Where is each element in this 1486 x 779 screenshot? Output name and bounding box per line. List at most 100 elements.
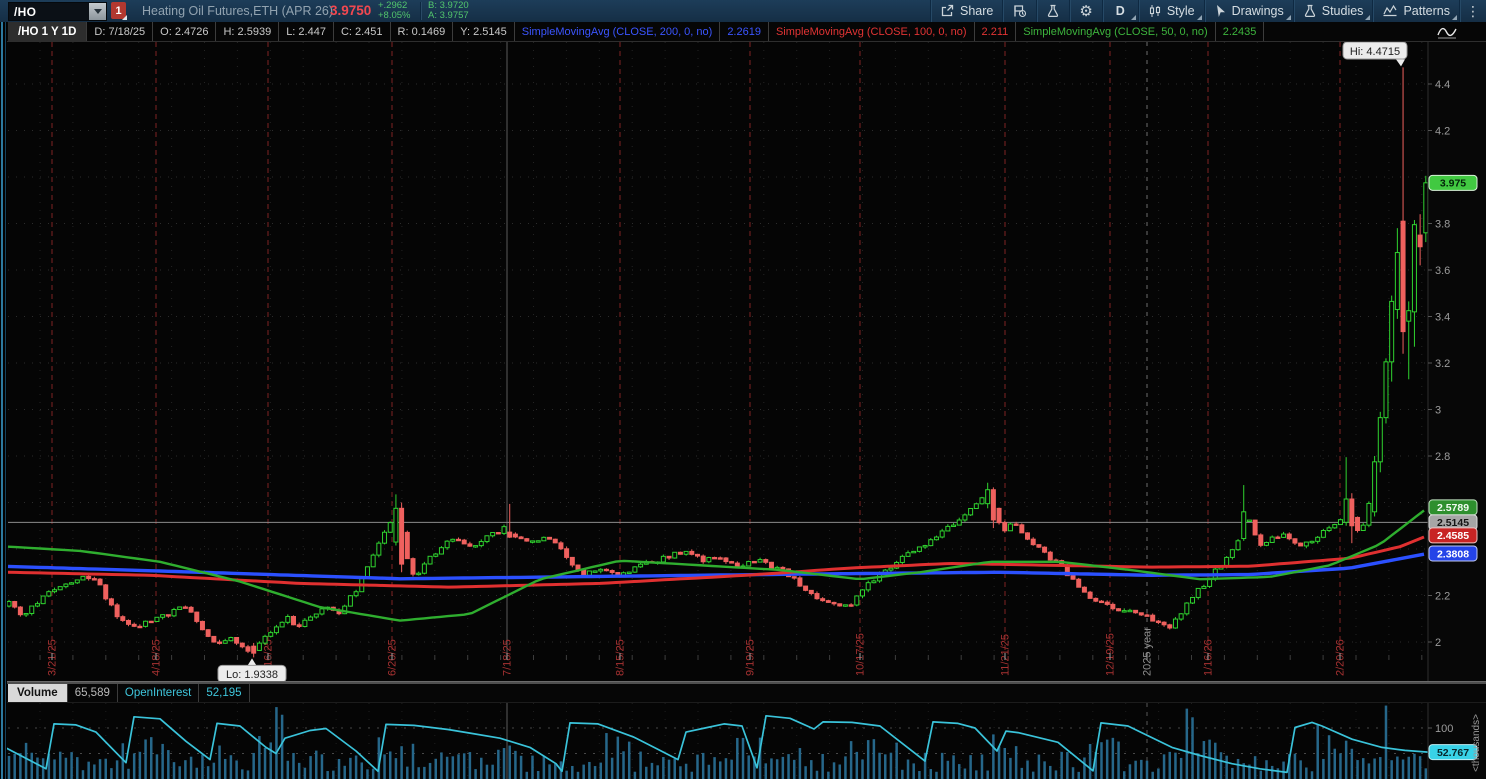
volume-bar (281, 715, 284, 779)
candle-down (115, 605, 119, 617)
sma50-value: 2.2435 (1216, 22, 1265, 41)
candle-down (183, 607, 187, 608)
volume-bar (343, 766, 346, 779)
top-toolbar: /HO 1 Heating Oil Futures,ETH (APR 26) 3… (0, 0, 1486, 23)
candle-up (155, 617, 159, 621)
volume-bar (1294, 754, 1297, 779)
volume-bar (611, 758, 614, 779)
volume-chart-pane[interactable]: 1005052.767<thousands> (0, 703, 1486, 779)
volume-bar (651, 763, 654, 779)
alert-count-badge[interactable]: 1 (111, 2, 126, 19)
drawings-button[interactable]: Drawings (1204, 0, 1293, 22)
symbol-input[interactable]: /HO (9, 5, 89, 19)
volume-bar (65, 758, 68, 779)
candle-up (1179, 614, 1183, 619)
candle-up (872, 581, 876, 583)
drawings-label: Drawings (1232, 4, 1284, 18)
candle-up (1373, 462, 1377, 512)
volume-bar (765, 763, 768, 779)
volume-bar (1146, 761, 1149, 779)
volume-bar (395, 758, 398, 779)
volume-bar (184, 760, 187, 779)
settings-button[interactable]: ⚙ (1069, 0, 1101, 22)
candle-down (610, 571, 614, 573)
open-interest-value: 52,195 (199, 683, 249, 702)
candle-down (98, 579, 102, 585)
volume-bar (884, 754, 887, 779)
volume-bar (173, 762, 176, 779)
patterns-button[interactable]: Patterns (1372, 0, 1459, 22)
price-chart-pane[interactable]: 3/21/254/18/255/16/256/20/257/18/258/15/… (0, 42, 1486, 683)
volume-bar (679, 766, 682, 779)
sma200-legend[interactable]: SimpleMovingAvg (CLOSE, 200, 0, no) (515, 22, 721, 41)
price-axis-label: 2.2 (1435, 591, 1450, 603)
candle-up (263, 636, 267, 643)
candle-down (468, 544, 472, 546)
volume-bar (1402, 759, 1405, 779)
candle-up (303, 620, 307, 626)
symbol-timeframe-chip[interactable]: /HO 1 Y 1D (8, 22, 87, 41)
volume-bar (275, 707, 278, 779)
candle-up (161, 615, 165, 618)
candle-up (912, 551, 916, 552)
volume-bar (76, 757, 79, 779)
volume-bar (452, 756, 455, 779)
candle-up (1008, 524, 1012, 531)
volume-bar (406, 767, 409, 779)
candle-down (690, 551, 694, 554)
volume-bar (975, 770, 978, 779)
volume-bar (13, 754, 16, 779)
pane-splitter[interactable] (0, 681, 1486, 684)
candle-up (866, 583, 870, 590)
volume-bar (622, 751, 625, 779)
sma100-value: 2.211 (975, 22, 1017, 41)
candle-up (47, 592, 51, 596)
chart-mode-button[interactable] (1434, 24, 1460, 41)
candle-down (553, 539, 557, 543)
sma50-legend[interactable]: SimpleMovingAvg (CLOSE, 50, 0, no) (1016, 22, 1215, 41)
candle-down (832, 602, 836, 603)
volume-bar (537, 771, 540, 779)
volume-bar (1004, 748, 1007, 779)
volume-bar (725, 758, 728, 779)
candle-down (1134, 610, 1138, 612)
share-button[interactable]: Share (930, 0, 1002, 22)
volume-bar (1021, 768, 1024, 779)
symbol-input-group[interactable]: /HO (8, 2, 107, 21)
sma100-legend[interactable]: SimpleMovingAvg (CLOSE, 100, 0, no) (769, 22, 975, 41)
symbol-dropdown-button[interactable] (89, 3, 106, 20)
ohlc-low: L: 2.447 (279, 22, 334, 41)
studies-button[interactable]: Studies (1293, 0, 1373, 22)
volume-axis-label: 100 (1435, 723, 1453, 735)
volume-bar (656, 765, 659, 779)
volume-axis-unit-label: <thousands> (1471, 714, 1482, 772)
volume-bar (241, 769, 244, 779)
volume-bar (907, 760, 910, 779)
alerts-button[interactable] (1002, 0, 1036, 22)
candle-up (422, 564, 426, 573)
open-interest-legend[interactable]: OpenInterest (118, 683, 199, 702)
candle-down (212, 636, 216, 642)
candle-up (940, 531, 944, 537)
candle-up (980, 498, 984, 504)
timeframe-button[interactable]: D (1102, 0, 1138, 22)
quick-study-button[interactable] (1036, 0, 1069, 22)
candle-down (1356, 517, 1360, 530)
ohlc-range: R: 0.1469 (391, 22, 454, 41)
candle-up (747, 561, 751, 566)
instrument-title: Heating Oil Futures,ETH (APR 26) (142, 0, 333, 22)
volume-pane-chip[interactable]: Volume (8, 683, 68, 702)
candle-down (104, 585, 108, 599)
gear-icon: ⚙ (1079, 4, 1092, 19)
hi-bubble-label: Hi: 4.4715 (1350, 46, 1400, 58)
volume-bar (355, 756, 358, 779)
style-button[interactable]: Style (1138, 0, 1204, 22)
candle-up (1196, 588, 1200, 597)
overflow-menu-button[interactable]: ⋮ (1459, 0, 1486, 22)
volume-bar (1339, 753, 1342, 779)
candle-up (542, 537, 546, 540)
candle-up (58, 587, 62, 590)
volume-bar (1407, 757, 1410, 779)
hi-bubble-pointer (1396, 59, 1405, 66)
candle-up (75, 580, 79, 583)
